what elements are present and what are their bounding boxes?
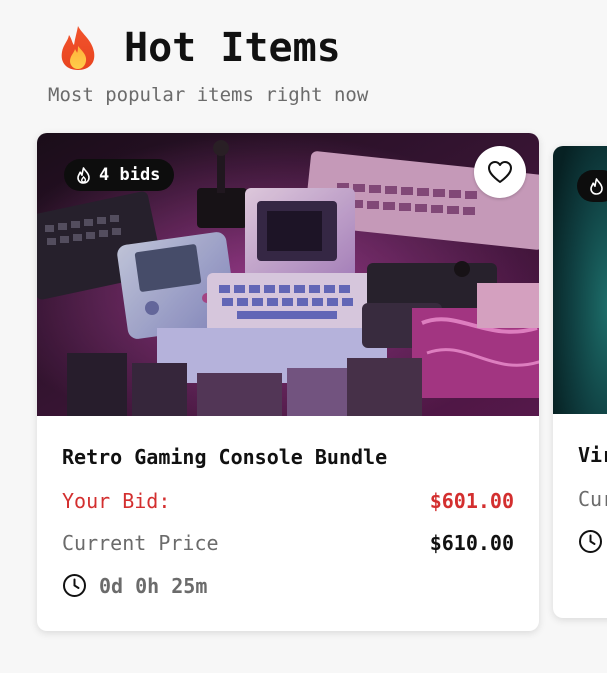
- fire-icon: [61, 26, 95, 70]
- fire-outline-icon: [77, 166, 90, 184]
- heart-outline-icon: [488, 161, 512, 183]
- fire-outline-icon: [590, 177, 603, 195]
- card-body: Retro Gaming Console Bundle Your Bid: $6…: [37, 445, 539, 598]
- current-price-label: Cur: [578, 487, 607, 511]
- card-body: Vir Cur: [553, 443, 607, 554]
- current-price-row: Current Price $610.00: [62, 531, 514, 555]
- item-name[interactable]: Vir: [578, 443, 607, 467]
- clock-icon: [579, 530, 602, 553]
- your-bid-value: $601.00: [429, 489, 514, 513]
- item-name[interactable]: Retro Gaming Console Bundle: [62, 445, 514, 469]
- item-image[interactable]: 4 bids: [37, 133, 539, 416]
- your-bid-label: Your Bid:: [62, 489, 171, 513]
- time-left-row: 0d 0h 25m: [62, 573, 514, 598]
- page-title: Hot Items: [124, 25, 341, 71]
- current-price-row: Cur: [578, 487, 607, 511]
- item-card[interactable]: 4 bids Retro Gaming Console Bundle Your …: [37, 133, 539, 631]
- bids-badge: 4 bids: [64, 159, 175, 191]
- page-subtitle: Most popular items right now: [48, 84, 369, 106]
- time-left-row: [578, 529, 607, 554]
- bids-count: 4 bids: [99, 165, 161, 185]
- bids-badge: [577, 170, 607, 202]
- current-price-value: $610.00: [429, 531, 514, 555]
- item-card[interactable]: Vir Cur: [553, 146, 607, 618]
- clock-icon: [63, 574, 86, 597]
- page-header: Hot Items Most popular items right now: [48, 20, 368, 106]
- your-bid-row: Your Bid: $601.00: [62, 489, 514, 513]
- current-price-label: Current Price: [62, 531, 219, 555]
- title-row: Hot Items: [48, 20, 368, 76]
- favorite-button[interactable]: [474, 146, 526, 198]
- time-left: 0d 0h 25m: [99, 573, 208, 598]
- item-image[interactable]: [553, 146, 607, 414]
